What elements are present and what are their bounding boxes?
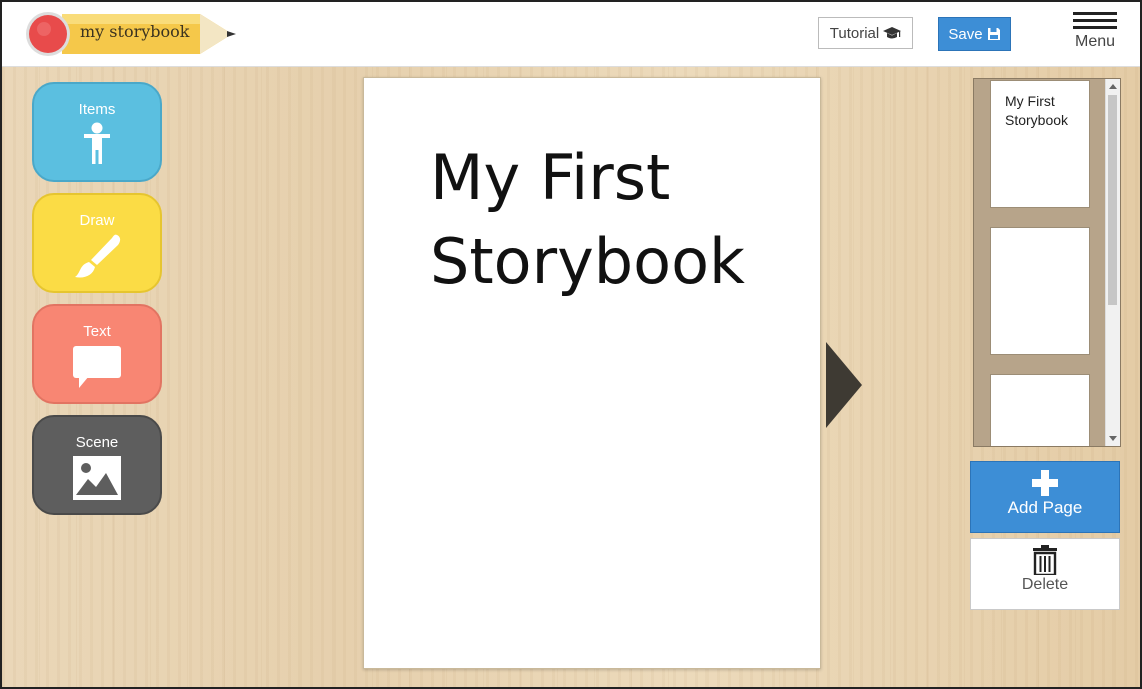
top-bar: my storybook Tutorial Save Menu (2, 2, 1140, 67)
page-thumbnail-1[interactable]: My First Storybook (990, 80, 1090, 208)
delete-page-button[interactable]: Delete (970, 538, 1120, 610)
plus-icon (1032, 470, 1058, 496)
page-title-text[interactable]: My First Storybook (430, 136, 810, 304)
add-page-label: Add Page (1007, 498, 1083, 517)
image-icon (73, 456, 121, 500)
page-thumbnails-panel[interactable]: My First Storybook (973, 78, 1121, 447)
logo[interactable]: my storybook (22, 10, 242, 58)
menu-label: Menu (1074, 33, 1116, 50)
person-icon (84, 122, 110, 164)
floppy-disk-icon (987, 28, 1000, 40)
logo-text: my storybook (80, 22, 190, 41)
save-button[interactable]: Save (938, 17, 1011, 51)
scroll-down-icon[interactable] (1109, 436, 1117, 441)
scroll-up-icon[interactable] (1109, 84, 1117, 89)
graduation-cap-icon (883, 27, 902, 39)
trash-icon (1033, 545, 1057, 575)
draw-label: Draw (79, 212, 115, 229)
delete-label: Delete (1021, 576, 1069, 593)
scene-label: Scene (75, 434, 119, 451)
save-label: Save (948, 25, 983, 43)
menu-button[interactable]: Menu (1070, 12, 1120, 54)
text-label: Text (83, 323, 111, 340)
draw-tool-button[interactable]: Draw (32, 193, 162, 293)
scene-tool-button[interactable]: Scene (32, 415, 162, 515)
paintbrush-icon (75, 234, 121, 278)
page-thumbnail-3[interactable] (990, 374, 1090, 446)
items-tool-button[interactable]: Items (32, 82, 162, 182)
add-page-button[interactable]: Add Page (970, 461, 1120, 533)
thumbnail-text: My First Storybook (1005, 93, 1069, 128)
next-page-arrow-icon[interactable] (824, 342, 864, 428)
thumbnails-scrollbar[interactable] (1105, 79, 1120, 446)
tutorial-label: Tutorial (829, 24, 880, 42)
text-tool-button[interactable]: Text (32, 304, 162, 404)
storybook-page-canvas[interactable]: My First Storybook (363, 77, 821, 669)
speech-bubble-icon (73, 346, 121, 388)
page-thumbnail-2[interactable] (990, 227, 1090, 355)
scrollbar-thumb[interactable] (1108, 95, 1117, 305)
app-frame: my storybook Tutorial Save Menu Items Dr… (0, 0, 1142, 689)
hamburger-icon (1073, 12, 1117, 15)
items-label: Items (78, 101, 116, 118)
tutorial-button[interactable]: Tutorial (818, 17, 913, 49)
